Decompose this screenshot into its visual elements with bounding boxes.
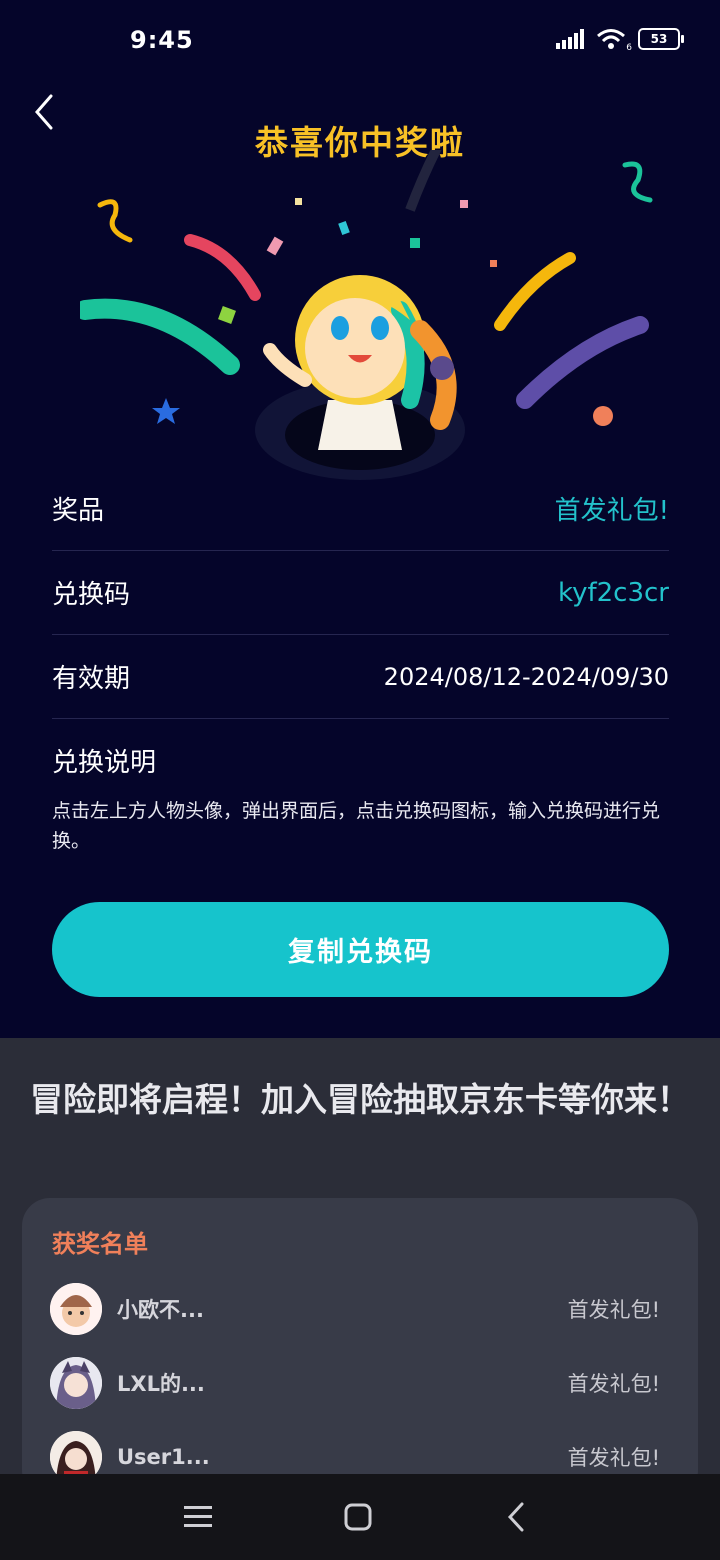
nav-back-button[interactable] — [496, 1497, 536, 1537]
nav-menu-button[interactable] — [178, 1497, 218, 1537]
winners-title: 获奖名单 — [52, 1230, 148, 1258]
prize-panel: 9:45 6 53 恭喜你中奖啦 奖品 首发礼包! 兑换码 kyf2c3cr 有… — [0, 0, 720, 1038]
back-triangle-icon — [507, 1502, 524, 1532]
status-time: 9:45 — [130, 26, 194, 54]
list-item: 小欧不... 首发礼包! — [50, 1282, 660, 1336]
code-label: 兑换码 — [52, 580, 131, 610]
avatar — [50, 1283, 102, 1335]
wifi-icon: 6 — [596, 28, 632, 53]
system-nav-bar — [0, 1474, 720, 1560]
prize-info: 奖品 首发礼包! 兑换码 kyf2c3cr 有效期 2024/08/12-202… — [52, 467, 669, 719]
winner-name: User1... — [117, 1445, 210, 1469]
home-square-icon — [344, 1503, 372, 1531]
signal-icon — [556, 29, 584, 49]
winner-name: LXL的... — [117, 1372, 205, 1396]
prize-label: 奖品 — [52, 496, 105, 526]
winners-section: 冒险即将启程！加入冒险抽取京东卡等你来！ 获奖名单 小欧不... 首发礼包! L… — [0, 1038, 720, 1498]
nav-home-button[interactable] — [338, 1497, 378, 1537]
prize-row: 奖品 首发礼包! — [52, 467, 669, 551]
wifi-badge: 6 — [626, 43, 632, 53]
battery-icon: 53 — [638, 28, 684, 50]
validity-label: 有效期 — [52, 664, 131, 694]
instructions-title: 兑换说明 — [52, 748, 157, 778]
status-icons: 6 53 — [556, 28, 684, 53]
celebration-illustration — [80, 150, 653, 480]
list-item: LXL的... 首发礼包! — [50, 1356, 660, 1410]
winner-prize: 首发礼包! — [567, 1298, 660, 1322]
instructions-text: 点击左上方人物头像，弹出界面后，点击兑换码图标，输入兑换码进行兑换。 — [52, 800, 661, 852]
winners-card: 获奖名单 小欧不... 首发礼包! LXL的... 首发礼包! User1...… — [22, 1198, 698, 1498]
copy-code-button[interactable]: 复制兑换码 — [52, 902, 669, 997]
code-value[interactable]: kyf2c3cr — [558, 578, 669, 608]
validity-value: 2024/08/12-2024/09/30 — [383, 662, 669, 691]
validity-row: 有效期 2024/08/12-2024/09/30 — [52, 635, 669, 719]
code-row: 兑换码 kyf2c3cr — [52, 551, 669, 635]
menu-icon — [184, 1506, 212, 1527]
winner-name: 小欧不... — [117, 1298, 204, 1322]
avatar — [50, 1357, 102, 1409]
prize-value: 首发礼包! — [554, 496, 669, 526]
winner-prize: 首发礼包! — [567, 1446, 660, 1470]
winner-prize: 首发礼包! — [567, 1372, 660, 1396]
promo-text: 冒险即将启程！加入冒险抽取京东卡等你来！ — [30, 1080, 690, 1119]
